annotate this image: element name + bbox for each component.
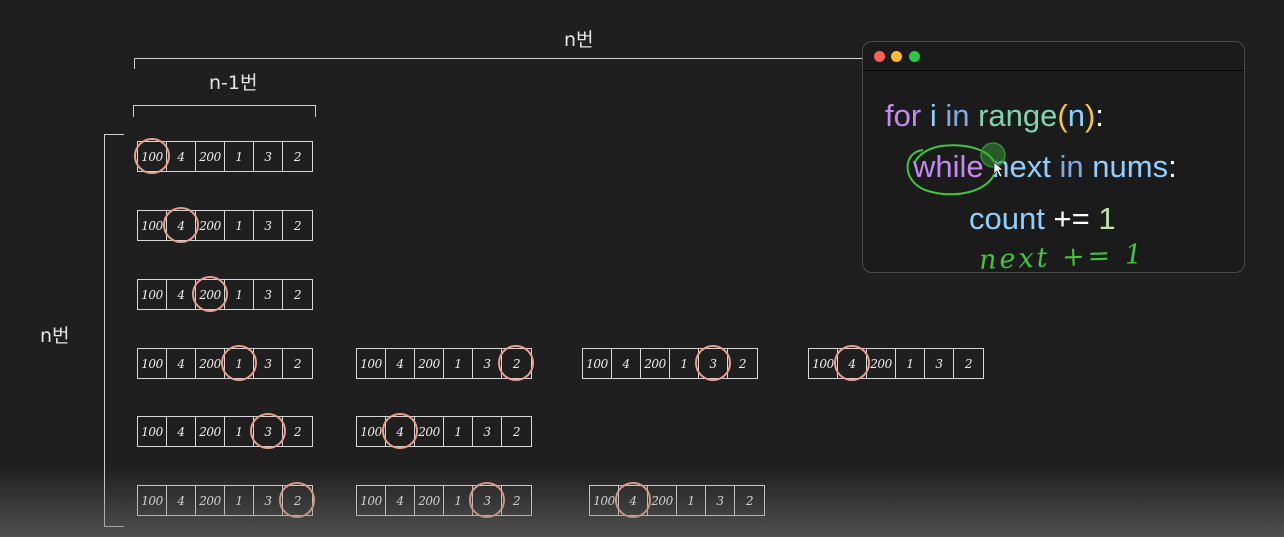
array-cell: 4: [386, 417, 415, 446]
array-cell: 3: [254, 142, 283, 171]
array-cell: 100: [590, 486, 619, 515]
array-cell: 3: [925, 349, 954, 378]
array-diagram: 100 4 200 1 3 2: [137, 416, 313, 447]
array-cell: 1: [444, 417, 473, 446]
array-cell: 1: [225, 349, 254, 378]
n-minus-1-bracket-tick-right: [315, 105, 316, 117]
array-cell: 3: [254, 211, 283, 240]
n-rows-bracket-top-tick: [104, 134, 124, 135]
array-cell: 2: [293, 149, 302, 164]
array-diagram: 100 4 200 1 3 2: [137, 279, 313, 310]
n-minus-1-label: n-1번: [209, 72, 258, 94]
array-cell: 3: [254, 417, 283, 446]
n-minus-1-bracket: [133, 105, 316, 106]
array-diagram: 100 4 200 1 3 2: [808, 348, 984, 379]
array-cell: 4: [167, 486, 196, 515]
array-cell: 200: [196, 417, 225, 446]
array-cell: 1: [225, 486, 254, 515]
array-cell: 4: [386, 486, 415, 515]
array-cell: 2: [512, 493, 521, 508]
array-cell: 4: [167, 142, 196, 171]
array-cell: 2: [293, 356, 302, 371]
array-cell: 1: [225, 280, 254, 309]
array-cell: 1: [677, 486, 706, 515]
array-cell: 4: [619, 486, 648, 515]
array-cell: 2: [293, 424, 302, 439]
array-cell: 200: [641, 349, 670, 378]
array-cell: 3: [473, 417, 502, 446]
array-cell: 4: [838, 349, 867, 378]
while-highlight-ink: [906, 142, 1006, 196]
array-cell: 100: [138, 417, 167, 446]
array-cell: 3: [706, 486, 735, 515]
array-cell: 100: [138, 280, 167, 309]
array-cell: 200: [196, 280, 225, 309]
array-cell: 200: [867, 349, 896, 378]
array-cell: 2: [293, 218, 302, 233]
array-cell: 4: [386, 349, 415, 378]
array-cell: 4: [167, 417, 196, 446]
array-cell: 200: [196, 486, 225, 515]
array-cell: 100: [357, 486, 386, 515]
code-window: for i in range(n): while next in nums: c…: [862, 41, 1245, 273]
array-cell: 100: [357, 417, 386, 446]
array-cell: 2: [738, 356, 747, 371]
array-cell: 200: [196, 349, 225, 378]
array-cell: 4: [612, 349, 641, 378]
array-cell: 2: [293, 287, 302, 302]
array-cell: 1: [225, 142, 254, 171]
n-rows-bracket: [104, 134, 105, 527]
array-cell: 3: [473, 349, 502, 378]
array-diagram: 100 4 200 1 3 2: [137, 485, 313, 516]
array-cell: 3: [254, 280, 283, 309]
array-cell: 1: [670, 349, 699, 378]
array-diagram: 100 4 200 1 3 2: [356, 348, 532, 379]
array-diagram: 100 4 200 1 3 2: [582, 348, 758, 379]
array-cell: 4: [167, 211, 196, 240]
array-diagram: 100 4 200 1 3 2: [589, 485, 765, 516]
array-diagram: 100 4 200 1 3 2: [356, 416, 532, 447]
array-cell: 2: [964, 356, 973, 371]
n-rows-bracket-bottom-tick: [104, 526, 124, 527]
array-cell: 200: [415, 417, 444, 446]
array-cell: 3: [473, 486, 502, 515]
array-diagram: 100 4 200 1 3 2: [356, 485, 532, 516]
array-cell: 3: [254, 486, 283, 515]
array-cell: 2: [512, 356, 521, 371]
n-outer-bracket-tick: [134, 58, 135, 69]
array-cell: 2: [512, 424, 521, 439]
array-cell: 4: [167, 280, 196, 309]
array-cell: 200: [415, 486, 444, 515]
array-cell: 100: [138, 486, 167, 515]
array-cell: 100: [138, 349, 167, 378]
array-cell: 1: [444, 349, 473, 378]
n-outer-bracket: [134, 58, 864, 59]
array-diagram: 100 4 200 1 3 2: [137, 348, 313, 379]
array-cell: 200: [196, 142, 225, 171]
array-cell: 2: [745, 493, 754, 508]
array-cell: 4: [167, 349, 196, 378]
n-outer-label: n번: [564, 29, 594, 51]
array-cell: 1: [225, 417, 254, 446]
array-cell: 3: [254, 349, 283, 378]
array-cell: 200: [648, 486, 677, 515]
n-minus-1-bracket-tick-left: [133, 105, 134, 117]
array-diagram: 100 4 200 1 3 2: [137, 210, 313, 241]
array-cell: 100: [583, 349, 612, 378]
array-cell: 100: [809, 349, 838, 378]
array-cell: 3: [699, 349, 728, 378]
array-cell: 100: [357, 349, 386, 378]
array-cell: 200: [196, 211, 225, 240]
array-cell: 200: [415, 349, 444, 378]
array-cell: 100: [138, 142, 167, 171]
array-cell: 2: [293, 493, 302, 508]
array-cell: 1: [444, 486, 473, 515]
n-rows-label: n번: [40, 325, 70, 347]
array-cell: 1: [225, 211, 254, 240]
array-cell: 1: [896, 349, 925, 378]
array-cell: 100: [138, 211, 167, 240]
array-diagram: 100 4 200 1 3 2: [137, 141, 313, 172]
pointer-highlight-icon: [980, 142, 1006, 168]
